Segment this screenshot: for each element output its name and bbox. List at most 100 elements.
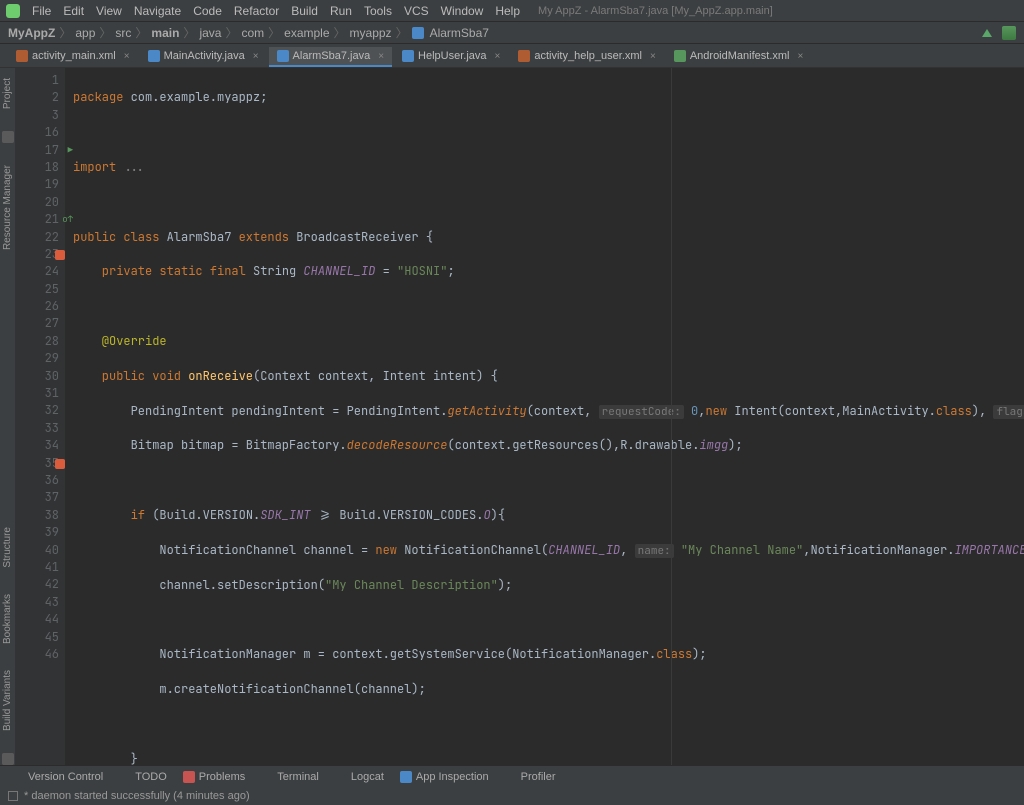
crumb-example[interactable]: example (284, 26, 329, 40)
crumb-java[interactable]: java (199, 26, 221, 40)
run-gutter-icon[interactable]: ▶ (68, 142, 73, 159)
crumb-main[interactable]: main (151, 26, 179, 40)
line-number[interactable]: 36 (15, 472, 59, 489)
menu-view[interactable]: View (90, 4, 128, 18)
crumb-src[interactable]: src (115, 26, 131, 40)
tab-mainactivity[interactable]: MainActivity.java× (140, 47, 267, 67)
menu-file[interactable]: File (26, 4, 57, 18)
close-icon[interactable]: × (797, 51, 803, 62)
todo-icon (119, 771, 131, 783)
line-number[interactable]: 43 (15, 594, 59, 611)
gutter[interactable]: 1 2 3 16 17▶ 18 19 20 21o↑ 22 23 24 25 2… (15, 68, 65, 765)
line-number[interactable]: 1 (15, 72, 59, 89)
line-number[interactable]: 3 (15, 107, 59, 124)
line-number[interactable]: 34 (15, 437, 59, 454)
line-number[interactable]: 18 (15, 159, 59, 176)
tab-manifest[interactable]: AndroidManifest.xml× (666, 47, 812, 67)
crumb-class[interactable]: AlarmSba7 (430, 26, 489, 40)
tool-todo[interactable]: TODO (119, 771, 167, 783)
run-icon[interactable] (982, 29, 992, 37)
line-number[interactable]: 17▶ (15, 142, 59, 159)
menu-tools[interactable]: Tools (358, 4, 398, 18)
line-number[interactable]: 21o↑ (15, 211, 59, 228)
line-number[interactable]: 44 (15, 611, 59, 628)
rail-build-variants[interactable]: Build Variants (0, 666, 15, 735)
status-bar: * daemon started successfully (4 minutes… (0, 787, 1024, 805)
line-number[interactable]: 24 (15, 263, 59, 280)
breakpoint-icon[interactable] (55, 250, 65, 260)
line-number[interactable]: 19 (15, 176, 59, 193)
folder-icon[interactable] (2, 131, 14, 143)
rail-project[interactable]: Project (0, 74, 15, 113)
tool-problems[interactable]: Problems (183, 771, 245, 783)
tool-app-inspection[interactable]: App Inspection (400, 771, 489, 783)
line-number[interactable]: 37 (15, 489, 59, 506)
line-number[interactable]: 38 (15, 507, 59, 524)
close-icon[interactable]: × (124, 51, 130, 62)
tab-activity-main[interactable]: activity_main.xml× (8, 47, 138, 67)
menu-navigate[interactable]: Navigate (128, 4, 187, 18)
crumb-app[interactable]: app (75, 26, 95, 40)
terminal-icon (261, 771, 273, 783)
tool-label: Profiler (521, 771, 556, 783)
line-number[interactable]: 2 (15, 89, 59, 106)
close-icon[interactable]: × (495, 51, 501, 62)
vcs-icon (12, 771, 24, 783)
tool-terminal[interactable]: Terminal (261, 771, 319, 783)
tab-alarmsba7[interactable]: AlarmSba7.java× (269, 47, 393, 67)
code-editor[interactable]: 1 2 3 16 17▶ 18 19 20 21o↑ 22 23 24 25 2… (15, 68, 1024, 765)
line-number[interactable]: 25 (15, 281, 59, 298)
breadcrumb[interactable]: MyAppZ〉 app〉 src〉 main〉 java〉 com〉 examp… (8, 24, 489, 41)
tool-profiler[interactable]: Profiler (505, 771, 556, 783)
line-number[interactable]: 42 (15, 576, 59, 593)
line-number[interactable]: 23 (15, 246, 59, 263)
line-number[interactable]: 26 (15, 298, 59, 315)
close-icon[interactable]: × (253, 51, 259, 62)
line-number[interactable]: 40 (15, 542, 59, 559)
crumb-project[interactable]: MyAppZ (8, 26, 55, 40)
menu-build[interactable]: Build (285, 4, 324, 18)
line-number[interactable]: 22 (15, 229, 59, 246)
line-number[interactable]: 32 (15, 402, 59, 419)
line-number[interactable]: 41 (15, 559, 59, 576)
tab-help-user-xml[interactable]: activity_help_user.xml× (510, 47, 663, 67)
line-number[interactable]: 31 (15, 385, 59, 402)
line-number[interactable]: 35 (15, 455, 59, 472)
menu-help[interactable]: Help (489, 4, 526, 18)
line-number[interactable]: 46 (15, 646, 59, 663)
rail-bookmarks[interactable]: Bookmarks (0, 590, 15, 648)
line-number[interactable]: 28 (15, 333, 59, 350)
menu-window[interactable]: Window (435, 4, 490, 18)
code-pane[interactable]: package com.example.myappz; import ... p… (65, 68, 1024, 765)
main-area: Project Resource Manager Structure Bookm… (0, 68, 1024, 765)
tool-logcat[interactable]: Logcat (335, 771, 384, 783)
line-number[interactable]: 33 (15, 420, 59, 437)
close-icon[interactable]: × (650, 51, 656, 62)
rail-structure[interactable]: Structure (0, 523, 15, 572)
status-icon[interactable] (8, 791, 18, 801)
tool-version-control[interactable]: Version Control (12, 771, 103, 783)
android-icon[interactable] (1002, 26, 1016, 40)
line-number[interactable]: 20 (15, 194, 59, 211)
menu-refactor[interactable]: Refactor (228, 4, 285, 18)
line-number[interactable]: 45 (15, 629, 59, 646)
menu-vcs[interactable]: VCS (398, 4, 435, 18)
breakpoint-icon[interactable] (55, 459, 65, 469)
variant-icon[interactable] (2, 753, 14, 765)
tab-helpuser[interactable]: HelpUser.java× (394, 47, 508, 67)
menu-run[interactable]: Run (324, 4, 358, 18)
line-number[interactable]: 39 (15, 524, 59, 541)
override-gutter-icon[interactable]: o↑ (62, 211, 73, 228)
menu-edit[interactable]: Edit (57, 4, 90, 18)
rail-resource-manager[interactable]: Resource Manager (0, 161, 15, 254)
line-number[interactable]: 27 (15, 315, 59, 332)
menu-code[interactable]: Code (187, 4, 228, 18)
close-icon[interactable]: × (378, 51, 384, 62)
crumb-myappz[interactable]: myappz (350, 26, 392, 40)
crumb-com[interactable]: com (241, 26, 264, 40)
right-margin-line (671, 68, 672, 765)
line-number[interactable]: 16 (15, 124, 59, 141)
line-number[interactable]: 29 (15, 350, 59, 367)
line-number[interactable]: 30 (15, 368, 59, 385)
problems-icon (183, 771, 195, 783)
